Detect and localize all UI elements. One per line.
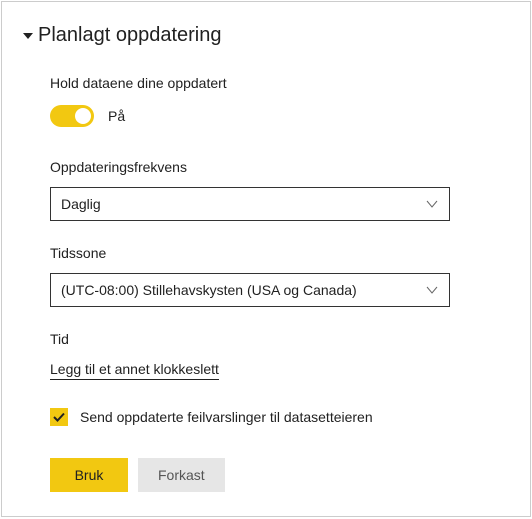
time-label: Tid xyxy=(50,331,494,347)
chevron-down-icon xyxy=(425,197,439,211)
button-row: Bruk Forkast xyxy=(50,458,494,492)
section-header[interactable]: Planlagt oppdatering xyxy=(22,24,494,47)
timezone-value: (UTC-08:00) Stillehavskysten (USA og Can… xyxy=(61,282,357,298)
notify-label: Send oppdaterte feilvarslinger til datas… xyxy=(80,409,373,425)
collapse-icon xyxy=(22,30,34,42)
notify-checkbox[interactable] xyxy=(50,408,68,426)
toggle-state-label: På xyxy=(108,108,125,124)
frequency-select[interactable]: Daglig xyxy=(50,187,450,221)
keep-data-toggle-row: På xyxy=(50,105,494,127)
chevron-down-icon xyxy=(425,283,439,297)
scheduled-refresh-panel: Planlagt oppdatering Hold dataene dine o… xyxy=(1,1,531,517)
add-time-link[interactable]: Legg til et annet klokkeslett xyxy=(50,361,219,380)
frequency-group: Oppdateringsfrekvens Daglig xyxy=(50,159,494,221)
discard-button[interactable]: Forkast xyxy=(138,458,225,492)
notify-row: Send oppdaterte feilvarslinger til datas… xyxy=(50,408,494,426)
timezone-select[interactable]: (UTC-08:00) Stillehavskysten (USA og Can… xyxy=(50,273,450,307)
timezone-group: Tidssone (UTC-08:00) Stillehavskysten (U… xyxy=(50,245,494,307)
apply-button[interactable]: Bruk xyxy=(50,458,128,492)
section-title: Planlagt oppdatering xyxy=(38,24,221,47)
keep-data-toggle[interactable] xyxy=(50,105,94,127)
time-group: Tid Legg til et annet klokkeslett xyxy=(50,331,494,380)
frequency-value: Daglig xyxy=(61,196,101,212)
frequency-label: Oppdateringsfrekvens xyxy=(50,159,494,175)
keep-data-label: Hold dataene dine oppdatert xyxy=(50,75,494,91)
section-content: Hold dataene dine oppdatert På Oppdateri… xyxy=(20,75,494,492)
toggle-knob xyxy=(75,108,91,124)
timezone-label: Tidssone xyxy=(50,245,494,261)
